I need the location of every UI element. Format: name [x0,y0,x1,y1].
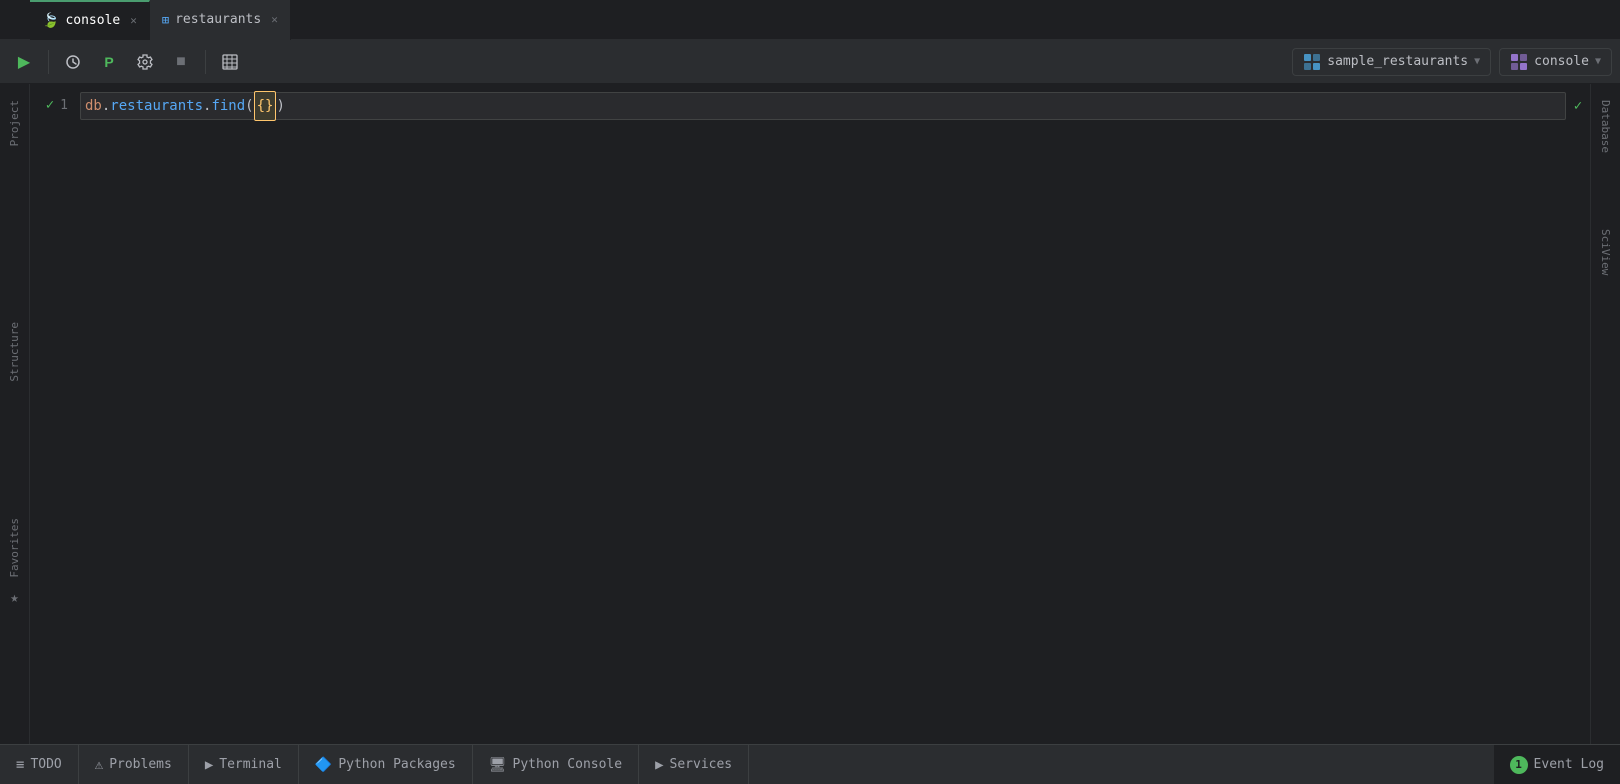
services-label: Services [670,757,733,772]
status-bar: ≡ TODO ⚠ Problems ▶ Terminal 🔷 Python Pa… [0,744,1620,784]
right-gutter: ✓ [1566,84,1590,744]
tab-restaurants-label: restaurants [175,12,261,27]
todo-icon: ≡ [16,757,24,773]
event-log-button[interactable]: 1 Event Log [1494,745,1620,784]
tab-console-close[interactable]: ✕ [130,14,137,27]
code-area[interactable]: db.restaurants.find({}) [80,84,1566,744]
console-icon: 🍃 [42,13,59,29]
python-console-icon: 🖥 [489,757,507,773]
event-log-label: Event Log [1534,757,1604,772]
editor[interactable]: ✓ 1 db.restaurants.find({}) ✓ [30,84,1590,744]
code-line-1: db.restaurants.find({}) [80,92,1566,120]
terminal-label: Terminal [219,757,282,772]
run-button[interactable]: ▶ [8,46,40,78]
sidebar-favorites[interactable]: Favorites [4,510,25,586]
code-brace: {} [254,91,277,121]
event-log-badge: 1 [1510,756,1528,774]
line-num: 1 [60,94,68,117]
console-selector-label: console [1534,54,1589,69]
services-icon: ▶ [655,757,663,773]
tab-restaurants-close[interactable]: ✕ [271,13,278,26]
line-check-icon: ✓ [46,93,54,118]
toolbar: ▶ P ■ sample_restaurants ▼ [0,40,1620,84]
tab-console[interactable]: 🍃 console ✕ [30,0,150,40]
separator-1 [48,50,49,74]
code-collection: restaurants [110,92,203,120]
python-packages-label: Python Packages [338,757,455,772]
editor-container: ✓ 1 db.restaurants.find({}) ✓ [30,84,1590,744]
problems-label: Problems [109,757,172,772]
code-find: find [211,92,245,120]
console-selector[interactable]: console ▼ [1499,48,1612,76]
separator-2 [205,50,206,74]
todo-label: TODO [30,757,61,772]
python-packages-icon: 🔷 [315,757,332,773]
toolbar-right: sample_restaurants ▼ console ▼ [1292,48,1612,76]
right-sidebar-database-label[interactable]: Database [1595,92,1616,161]
todo-button[interactable]: ≡ TODO [0,745,79,784]
favorites-star-icon: ★ [10,590,18,606]
main-content: Project Structure Favorites ★ ✓ 1 db.res… [0,84,1620,744]
db-selector-label: sample_restaurants [1327,54,1468,69]
right-check-icon: ✓ [1566,92,1590,120]
table-view-button[interactable] [214,46,246,78]
terminal-icon: ▶ [205,757,213,773]
history-button[interactable] [57,46,89,78]
settings-button[interactable] [129,46,161,78]
code-paren-open: ( [245,92,253,120]
db-selector-icon [1303,53,1321,71]
sidebar-structure[interactable]: Structure [4,314,25,390]
left-sidebar: Project Structure Favorites ★ [0,84,30,744]
python-packages-button[interactable]: 🔷 Python Packages [299,745,473,784]
terminal-button[interactable]: ▶ Terminal [189,745,299,784]
python-console-button[interactable]: 🖥 Python Console [473,745,639,784]
problems-button[interactable]: ⚠ Problems [79,745,189,784]
line-number-1: ✓ 1 [30,92,68,120]
code-dot1: . [102,92,110,120]
python-console-label: Python Console [513,757,623,772]
services-button[interactable]: ▶ Services [639,745,749,784]
python-button[interactable]: P [93,46,125,78]
right-sidebar: Database SciView [1590,84,1620,744]
line-numbers: ✓ 1 [30,84,80,744]
tab-restaurants[interactable]: ⊞ restaurants ✕ [150,0,291,40]
tab-bar: 🍃 console ✕ ⊞ restaurants ✕ [0,0,1620,40]
table-icon: ⊞ [162,13,169,27]
console-selector-icon [1510,53,1528,71]
code-db: db [85,92,102,120]
problems-icon: ⚠ [95,757,103,773]
stop-button[interactable]: ■ [165,46,197,78]
right-sidebar-sciview-label[interactable]: SciView [1595,221,1616,283]
db-selector[interactable]: sample_restaurants ▼ [1292,48,1491,76]
sidebar-project[interactable]: Project [4,92,25,154]
db-dropdown-arrow: ▼ [1474,56,1480,67]
code-paren-close: ) [276,92,284,120]
console-dropdown-arrow: ▼ [1595,56,1601,67]
tab-console-label: console [65,13,120,28]
status-spacer [749,745,1493,784]
code-dot2: . [203,92,211,120]
